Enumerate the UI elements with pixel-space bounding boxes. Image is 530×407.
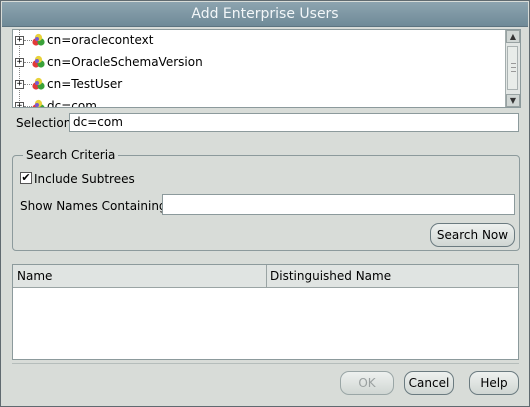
cancel-button[interactable]: Cancel — [404, 371, 454, 395]
ok-button[interactable]: OK — [340, 371, 394, 395]
scroll-up-arrow-icon[interactable]: ▲ — [506, 30, 520, 43]
selection-field[interactable]: dc=com — [69, 113, 519, 132]
tree-item-dc-com[interactable]: + dc=com — [13, 96, 503, 108]
directory-node-icon — [32, 99, 45, 107]
tree-item-label: cn=oraclecontext — [47, 33, 154, 47]
window-title: Add Enterprise Users — [191, 6, 339, 22]
search-now-button[interactable]: Search Now — [430, 223, 515, 247]
help-button[interactable]: Help — [469, 371, 519, 395]
tree-vertical-scrollbar[interactable]: ▲ ▼ — [505, 30, 520, 107]
include-subtrees-checkbox[interactable]: ✔ — [20, 172, 32, 184]
grip-line — [511, 71, 516, 72]
expand-icon[interactable]: + — [15, 80, 24, 89]
title-bar[interactable]: Add Enterprise Users — [2, 2, 528, 27]
directory-tree[interactable]: + cn=oraclecontext + cn=OracleSchemaVers… — [12, 29, 521, 108]
footer-separator — [12, 363, 519, 364]
results-table[interactable]: Name Distinguished Name — [12, 264, 519, 360]
grip-line — [511, 67, 516, 68]
show-names-containing-label: Show Names Containing: — [20, 199, 171, 213]
tree-item-oraclecontext[interactable]: + cn=oraclecontext — [13, 30, 503, 50]
selection-label: Selection — [16, 116, 72, 130]
grip-line — [511, 63, 516, 64]
directory-node-icon — [32, 33, 45, 46]
add-enterprise-users-dialog: Add Enterprise Users + cn=oraclecontext … — [0, 0, 530, 407]
tree-item-testuser[interactable]: + cn=TestUser — [13, 74, 503, 94]
tree-item-label: dc=com — [47, 99, 97, 108]
scrollbar-thumb[interactable] — [507, 46, 518, 90]
expand-icon[interactable]: + — [15, 36, 24, 45]
tree-item-label: cn=TestUser — [47, 77, 123, 91]
tree-item-label: cn=OracleSchemaVersion — [47, 55, 203, 69]
directory-node-icon — [32, 77, 45, 90]
results-table-header: Name Distinguished Name — [13, 265, 518, 288]
column-divider[interactable] — [266, 265, 267, 287]
tree-item-oracleschemaversion[interactable]: + cn=OracleSchemaVersion — [13, 52, 503, 72]
scroll-down-arrow-icon[interactable]: ▼ — [506, 94, 520, 107]
column-header-distinguished-name[interactable]: Distinguished Name — [270, 269, 391, 283]
show-names-containing-input[interactable] — [162, 194, 515, 215]
include-subtrees-label[interactable]: Include Subtrees — [34, 172, 135, 186]
search-criteria-legend: Search Criteria — [23, 148, 119, 162]
expand-icon[interactable]: + — [15, 58, 24, 67]
directory-node-icon — [32, 55, 45, 68]
expand-icon[interactable]: + — [15, 102, 24, 107]
column-header-name[interactable]: Name — [17, 269, 52, 283]
